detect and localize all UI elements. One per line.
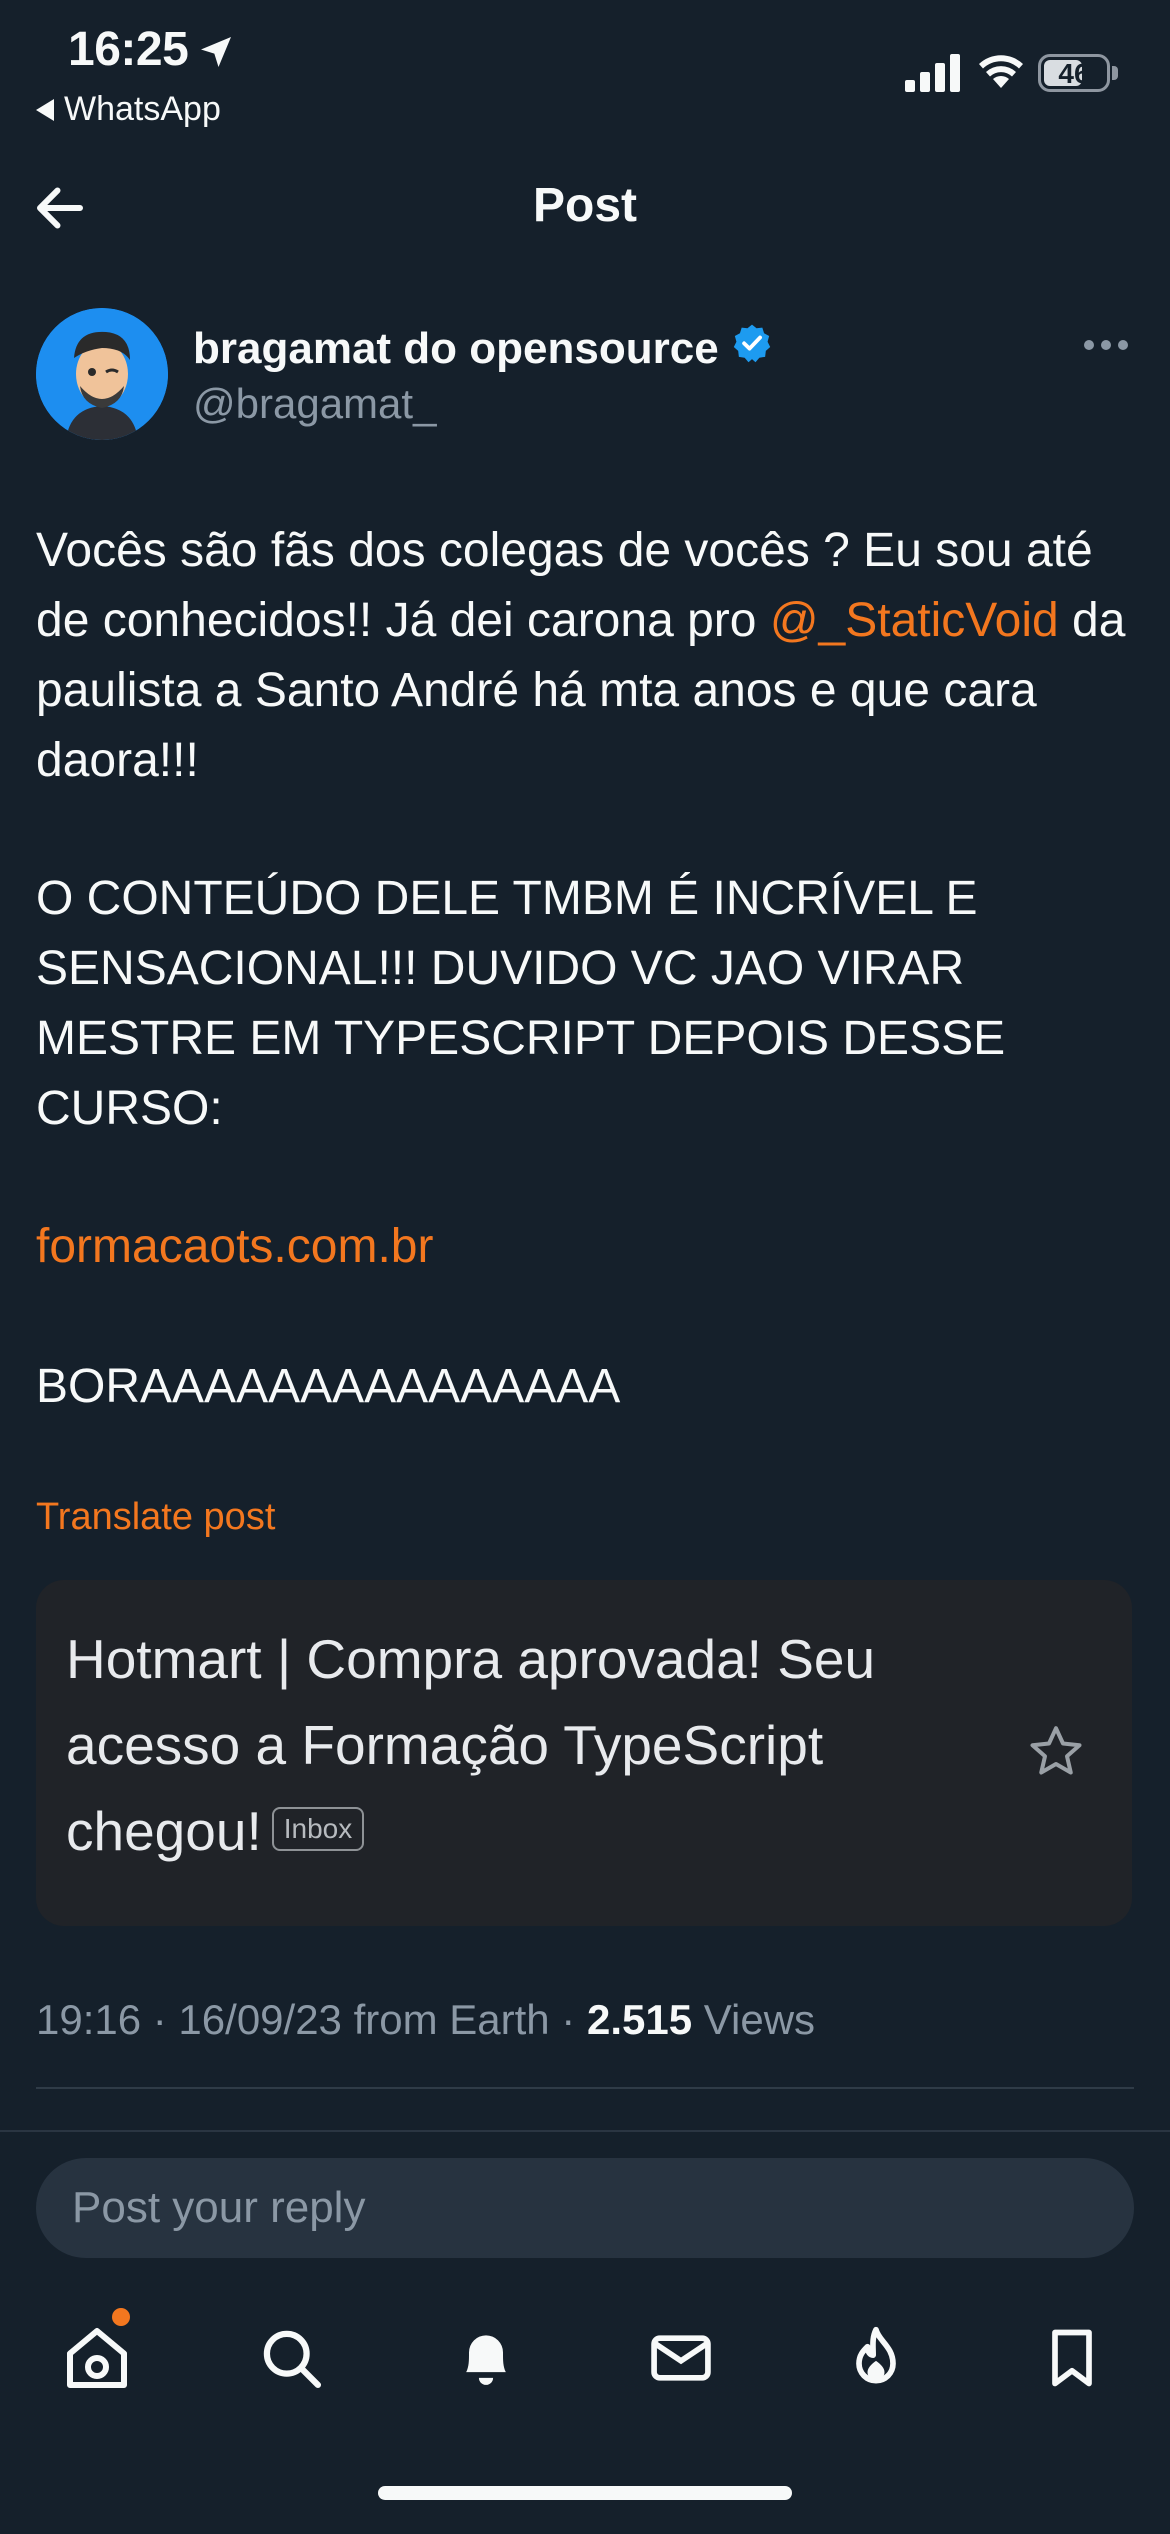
tab-flame-icon[interactable]	[836, 2318, 916, 2398]
home-indicator	[378, 2486, 792, 2500]
location-arrow-icon	[196, 32, 236, 77]
post-paragraph-1: Vocês são fãs dos colegas de vocês ? Eu …	[36, 516, 1136, 796]
card-title-text: Hotmart | Compra aprovada! Seu acesso a …	[66, 1628, 876, 1862]
tab-home-icon[interactable]	[57, 2318, 137, 2398]
reply-input[interactable]	[36, 2158, 1134, 2258]
post-meta: 19:16 · 16/09/23 from Earth · 2.515 View…	[36, 1996, 815, 2044]
inbox-badge: Inbox	[271, 1807, 365, 1852]
battery-indicator: 46	[1038, 54, 1110, 92]
translate-post-link[interactable]: Translate post	[36, 1496, 275, 1539]
cellular-signal-icon	[905, 52, 961, 97]
post-datetime: 19:16 · 16/09/23 from Earth ·	[36, 1996, 587, 2043]
post-paragraph-2: O CONTEÚDO DELE TMBM É INCRÍVEL E SENSAC…	[36, 872, 1006, 1135]
battery-level: 46	[1058, 58, 1090, 89]
avatar[interactable]	[36, 308, 168, 440]
star-icon	[1026, 1722, 1086, 1787]
email-screenshot-card[interactable]: Hotmart | Compra aprovada! Seu acesso a …	[36, 1580, 1132, 1926]
back-triangle-icon	[36, 98, 54, 121]
views-label: Views	[692, 1996, 816, 2043]
page-title: Post	[532, 179, 637, 232]
back-app-label: WhatsApp	[64, 90, 221, 128]
author-name-label: bragamat do opensource	[193, 323, 719, 373]
tab-bookmark-icon[interactable]	[1032, 2318, 1112, 2398]
tab-mail-icon[interactable]	[641, 2318, 721, 2398]
divider	[36, 2087, 1134, 2089]
post-paragraph-4: BORAAAAAAAAAAAAAAA	[36, 1360, 621, 1413]
more-options-icon[interactable]	[1084, 340, 1128, 350]
back-to-app-button[interactable]: WhatsApp	[36, 90, 221, 129]
author-name[interactable]: bragamat do opensource	[193, 322, 773, 375]
wifi-icon	[976, 50, 1026, 95]
post-url-link[interactable]: formacaots.com.br	[36, 1212, 1136, 1282]
notification-dot	[112, 2308, 130, 2326]
battery-cap	[1112, 66, 1118, 80]
views-count: 2.515	[586, 1996, 693, 2043]
tab-bell-icon[interactable]	[446, 2318, 526, 2398]
verified-badge-icon	[731, 322, 773, 375]
card-title: Hotmart | Compra aprovada! Seu acesso a …	[66, 1616, 966, 1874]
tab-search-icon[interactable]	[251, 2318, 331, 2398]
author-handle[interactable]: @bragamat_	[193, 380, 436, 428]
status-time: 16:25	[68, 23, 189, 76]
mention-link[interactable]: @_StaticVoid	[770, 594, 1059, 647]
